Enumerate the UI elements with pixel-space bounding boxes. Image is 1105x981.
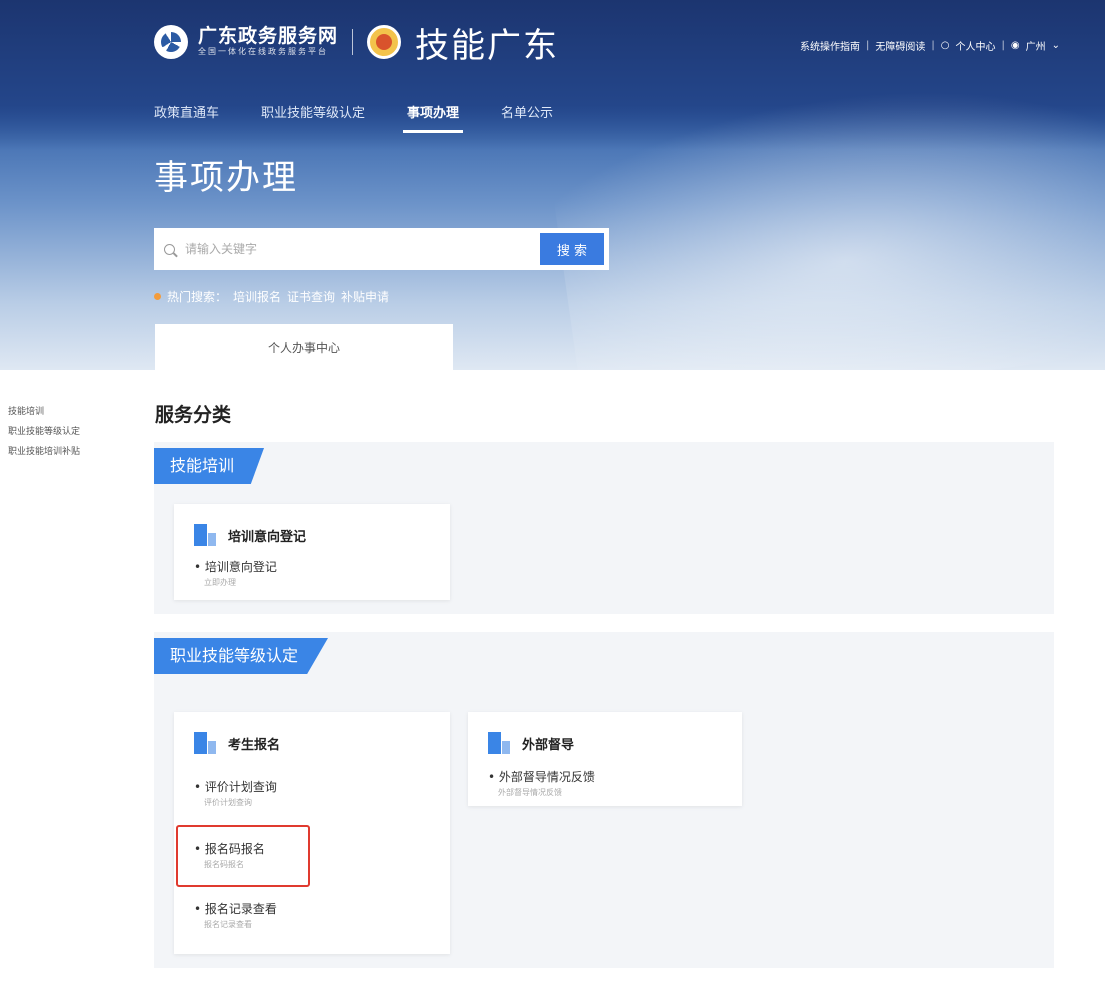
category-tag: 职业技能等级认定	[154, 638, 329, 674]
gov-title: 广东政务服务网	[198, 25, 339, 47]
service-item[interactable]: 报名记录查看 报名记录查看	[194, 900, 277, 930]
personal-center-link[interactable]: 个人中心	[956, 38, 996, 53]
category-tag: 技能培训	[154, 448, 265, 484]
side-nav-item[interactable]: 职业技能培训补贴	[8, 442, 80, 462]
card-header: 考生报名	[194, 732, 280, 754]
section-heading: 服务分类	[155, 404, 232, 426]
search-box: 搜 索	[154, 228, 609, 270]
category-panel: 技能培训 培训意向登记 培训意向登记 立即办理	[154, 442, 1054, 614]
service-item-action[interactable]: 立即办理	[204, 577, 277, 588]
nav-services[interactable]: 事项办理	[403, 102, 464, 133]
header-banner: 广东政务服务网 全国一体化在线政务服务平台 技能广东 系统操作指南 | 无障碍阅…	[0, 0, 1105, 370]
service-card: 外部督导 外部督导情况反馈 外部督导情况反馈	[468, 712, 742, 806]
card-title: 培训意向登记	[228, 529, 307, 545]
card-title: 考生报名	[228, 737, 281, 753]
search-icon	[164, 243, 175, 255]
user-icon: ○	[940, 40, 950, 51]
hot-search: 热门搜索： 培训报名 证书查询 补贴申请	[154, 288, 389, 305]
service-item-name[interactable]: 外部督导情况反馈	[488, 768, 595, 785]
logo-area[interactable]: 广东政务服务网 全国一体化在线政务服务平台 技能广东	[154, 22, 559, 66]
divider: |	[1001, 40, 1005, 51]
search-input[interactable]	[183, 241, 540, 257]
nav-policy[interactable]: 政策直通车	[154, 102, 219, 133]
building-icon	[194, 732, 216, 754]
side-nav: 技能培训 职业技能等级认定 职业技能培训补贴	[8, 402, 80, 462]
main-nav: 政策直通车 职业技能等级认定 事项办理 名单公示	[154, 102, 595, 133]
nav-publicity[interactable]: 名单公示	[501, 102, 553, 133]
gov-subtitle: 全国一体化在线政务服务平台	[198, 47, 328, 56]
side-nav-item[interactable]: 技能培训	[8, 402, 80, 422]
fire-icon	[154, 293, 161, 300]
card-title: 外部督导	[522, 737, 575, 753]
service-item[interactable]: 培训意向登记 立即办理	[194, 558, 277, 588]
building-icon	[488, 732, 510, 754]
divider: |	[931, 40, 935, 51]
hot-search-item[interactable]: 证书查询	[287, 288, 335, 305]
divider: |	[866, 40, 870, 51]
service-item[interactable]: 评价计划查询 评价计划查询	[194, 778, 277, 808]
service-card: 考生报名 评价计划查询 评价计划查询 报名码报名 报名码报名 报名记录查看 报名…	[174, 712, 450, 954]
tab-personal-services[interactable]: 个人办事中心	[155, 324, 453, 370]
location-icon: ◉	[1010, 40, 1020, 51]
highlight-box	[176, 825, 310, 887]
service-item[interactable]: 外部督导情况反馈 外部督导情况反馈	[488, 768, 595, 798]
hot-search-item[interactable]: 培训报名	[233, 288, 281, 305]
hot-search-label: 热门搜索：	[167, 290, 228, 304]
chevron-down-icon: ⌄	[1051, 40, 1060, 51]
skills-emblem-icon	[367, 25, 402, 59]
service-item-action[interactable]: 报名记录查看	[204, 919, 277, 930]
card-header: 外部督导	[488, 732, 574, 754]
search-button[interactable]: 搜 索	[540, 233, 604, 265]
logo-divider	[352, 29, 354, 55]
service-item-name[interactable]: 报名记录查看	[194, 900, 277, 917]
page-title: 事项办理	[154, 158, 298, 198]
accessibility-link[interactable]: 无障碍阅读	[875, 38, 925, 53]
brand-title: 技能广东	[415, 25, 560, 66]
city-select[interactable]: 广州	[1026, 38, 1046, 53]
building-icon	[194, 524, 216, 546]
service-item-name[interactable]: 评价计划查询	[194, 778, 277, 795]
service-card: 培训意向登记 培训意向登记 立即办理	[174, 504, 450, 600]
gov-logo-text: 广东政务服务网 全国一体化在线政务服务平台	[198, 26, 338, 58]
card-header: 培训意向登记	[194, 524, 306, 546]
hot-search-item[interactable]: 补贴申请	[341, 288, 389, 305]
service-item-action[interactable]: 外部督导情况反馈	[498, 787, 595, 798]
category-panel: 职业技能等级认定 考生报名 评价计划查询 评价计划查询 报名码报名 报名码报名 …	[154, 632, 1054, 968]
nav-certification[interactable]: 职业技能等级认定	[261, 102, 365, 133]
service-item-action[interactable]: 评价计划查询	[204, 797, 277, 808]
side-nav-item[interactable]: 职业技能等级认定	[8, 422, 80, 442]
service-item-name[interactable]: 培训意向登记	[194, 558, 277, 575]
top-links: 系统操作指南 | 无障碍阅读 | ○ 个人中心 | ◉ 广州 ⌄	[800, 38, 1060, 53]
guide-link[interactable]: 系统操作指南	[800, 38, 860, 53]
gov-logo-icon	[154, 25, 188, 59]
